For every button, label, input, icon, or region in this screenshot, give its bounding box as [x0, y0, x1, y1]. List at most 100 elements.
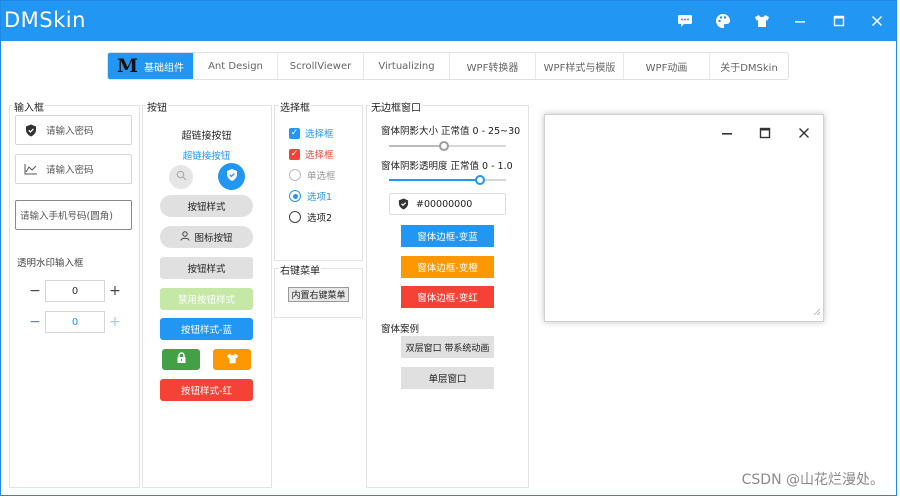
shirt-button[interactable]	[213, 349, 251, 370]
radio-disabled: 单选框	[289, 168, 336, 182]
title-bar[interactable]: DMSkin	[1, 1, 896, 41]
slider-thumb[interactable]	[438, 141, 449, 151]
slider-thumb[interactable]	[475, 175, 486, 185]
style-button-rounded[interactable]: 按钮样式	[160, 195, 253, 217]
resize-grip-icon[interactable]	[813, 308, 821, 319]
radio-option-2[interactable]: 选项2	[289, 210, 332, 224]
single-window-button[interactable]: 单层窗口	[401, 367, 494, 389]
close-icon[interactable]	[866, 10, 888, 32]
slider-fill	[389, 179, 481, 181]
shadow-opacity-label: 窗体阴影透明度 正常值 0 - 1.0	[381, 161, 513, 172]
tab-label: WPF转换器	[466, 62, 519, 74]
color-input[interactable]: #00000000	[389, 193, 506, 215]
button-group-title: 按钮	[146, 99, 168, 114]
checkbox-2[interactable]: ✓ 选择框	[289, 147, 334, 161]
shadow-opacity-slider[interactable]	[389, 175, 506, 185]
tab-label: Virtualizing	[378, 60, 435, 72]
watermark-input-label: 透明水印输入框	[17, 258, 84, 269]
tab-label: ScrollViewer	[289, 60, 352, 72]
tab-wpf-animation[interactable]: WPF动画	[624, 53, 710, 79]
quantity-stepper-2: − 0 +	[25, 311, 125, 333]
double-window-button[interactable]: 双层窗口 带系统动画	[401, 336, 494, 358]
shield-icon	[16, 124, 46, 137]
radio-label: 单选框	[307, 171, 336, 182]
minimize-icon[interactable]	[789, 10, 811, 32]
border-blue-button[interactable]: 窗体边框-变蓝	[401, 225, 494, 247]
builtin-context-menu-button[interactable]: 内置右键菜单	[288, 287, 349, 302]
close-icon[interactable]	[798, 127, 810, 142]
increment-button[interactable]: +	[105, 283, 125, 299]
shirt-icon[interactable]	[751, 10, 773, 32]
tab-wpf-converter[interactable]: WPF转换器	[450, 53, 536, 79]
app-title: DMSkin	[4, 8, 86, 32]
select-group-title: 选择框	[279, 99, 311, 114]
preview-window[interactable]	[544, 114, 824, 322]
checkbox-1[interactable]: ✓ 选择框	[289, 126, 334, 140]
tab-label: WPF动画	[645, 62, 688, 74]
radio-option-1[interactable]: 选项1	[289, 189, 332, 203]
quantity-stepper-1: − 0 +	[25, 280, 125, 302]
shirt-icon	[226, 353, 239, 367]
plain-style-button[interactable]: 按钮样式	[160, 257, 253, 279]
icon-button[interactable]: 图标按钮	[160, 226, 253, 248]
disabled-style-button: 禁用按钮样式	[160, 288, 253, 310]
tab-virtualizing[interactable]: Virtualizing	[364, 53, 450, 79]
radio-label: 选项2	[307, 213, 333, 224]
color-value: #00000000	[416, 198, 473, 210]
shadow-size-label: 窗体阴影大小 正常值 0 - 25~30	[381, 126, 521, 137]
hyperlink-button-blue[interactable]: 超链接按钮	[160, 148, 253, 162]
lock-button[interactable]	[162, 349, 200, 370]
checkbox-checked-icon: ✓	[289, 148, 300, 160]
password-input-shield[interactable]: 请输入密码	[15, 115, 132, 145]
round-search-button[interactable]	[169, 165, 193, 189]
stepper-value[interactable]: 0	[45, 280, 105, 302]
tab-about-dmskin[interactable]: 关于DMSkin	[710, 53, 788, 79]
context-menu-group-title: 右键菜单	[279, 262, 321, 277]
shield-icon	[390, 198, 416, 210]
blue-style-button[interactable]: 按钮样式-蓝	[160, 318, 253, 340]
icon-button-label: 图标按钮	[194, 233, 233, 244]
decrement-button[interactable]: −	[25, 283, 45, 299]
border-orange-button[interactable]: 窗体边框-变橙	[401, 256, 494, 278]
input-group-title: 输入框	[13, 99, 45, 114]
radio-label: 选项1	[307, 192, 333, 203]
round-shield-button[interactable]	[218, 163, 245, 190]
shadow-size-slider[interactable]	[389, 141, 506, 151]
tab-label: 关于DMSkin	[720, 62, 778, 74]
border-red-button[interactable]: 窗体边框-变红	[401, 286, 494, 308]
chart-icon	[16, 163, 46, 175]
tab-label: WPF样式与模版	[543, 62, 616, 74]
decrement-button[interactable]: −	[25, 314, 45, 330]
window-examples-label: 窗体案例	[381, 324, 420, 335]
lock-icon	[176, 352, 187, 367]
radio-selected-icon	[289, 190, 301, 202]
phone-input[interactable]: 请输入手机号码(圆角)	[15, 200, 132, 230]
red-style-button[interactable]: 按钮样式-红	[160, 379, 253, 401]
m-logo-icon: M	[116, 55, 139, 77]
password-input-chart[interactable]: 请输入密码	[15, 154, 132, 184]
tab-label: Ant Design	[208, 60, 263, 72]
checkbox-label: 选择框	[305, 150, 334, 161]
maximize-icon[interactable]	[759, 127, 771, 142]
app-window: DMSkin M 基础组件 Ant Design ScrollViewer Vi…	[0, 0, 897, 496]
tab-basic-components[interactable]: M 基础组件	[108, 53, 194, 79]
password-placeholder: 请输入密码	[46, 126, 94, 137]
stepper-value[interactable]: 0	[45, 311, 105, 333]
palette-icon[interactable]	[712, 10, 734, 32]
tab-scrollviewer[interactable]: ScrollViewer	[278, 53, 364, 79]
minimize-icon[interactable]	[721, 127, 733, 142]
radio-circle-icon	[289, 211, 301, 223]
checkbox-checked-icon: ✓	[289, 127, 300, 139]
password-placeholder: 请输入密码	[46, 165, 94, 176]
tab-label: 基础组件	[144, 62, 185, 74]
tab-wpf-style-template[interactable]: WPF样式与模版	[536, 53, 624, 79]
maximize-icon[interactable]	[828, 10, 850, 32]
hyperlink-button[interactable]: 超链接按钮	[160, 127, 253, 142]
tab-ant-design[interactable]: Ant Design	[194, 53, 278, 79]
user-icon	[180, 230, 190, 244]
chat-icon[interactable]	[674, 10, 696, 32]
tab-bar: M 基础组件 Ant Design ScrollViewer Virtualiz…	[107, 52, 789, 80]
shield-icon	[226, 168, 238, 185]
checkbox-label: 选择框	[305, 129, 334, 140]
increment-button[interactable]: +	[105, 314, 125, 330]
